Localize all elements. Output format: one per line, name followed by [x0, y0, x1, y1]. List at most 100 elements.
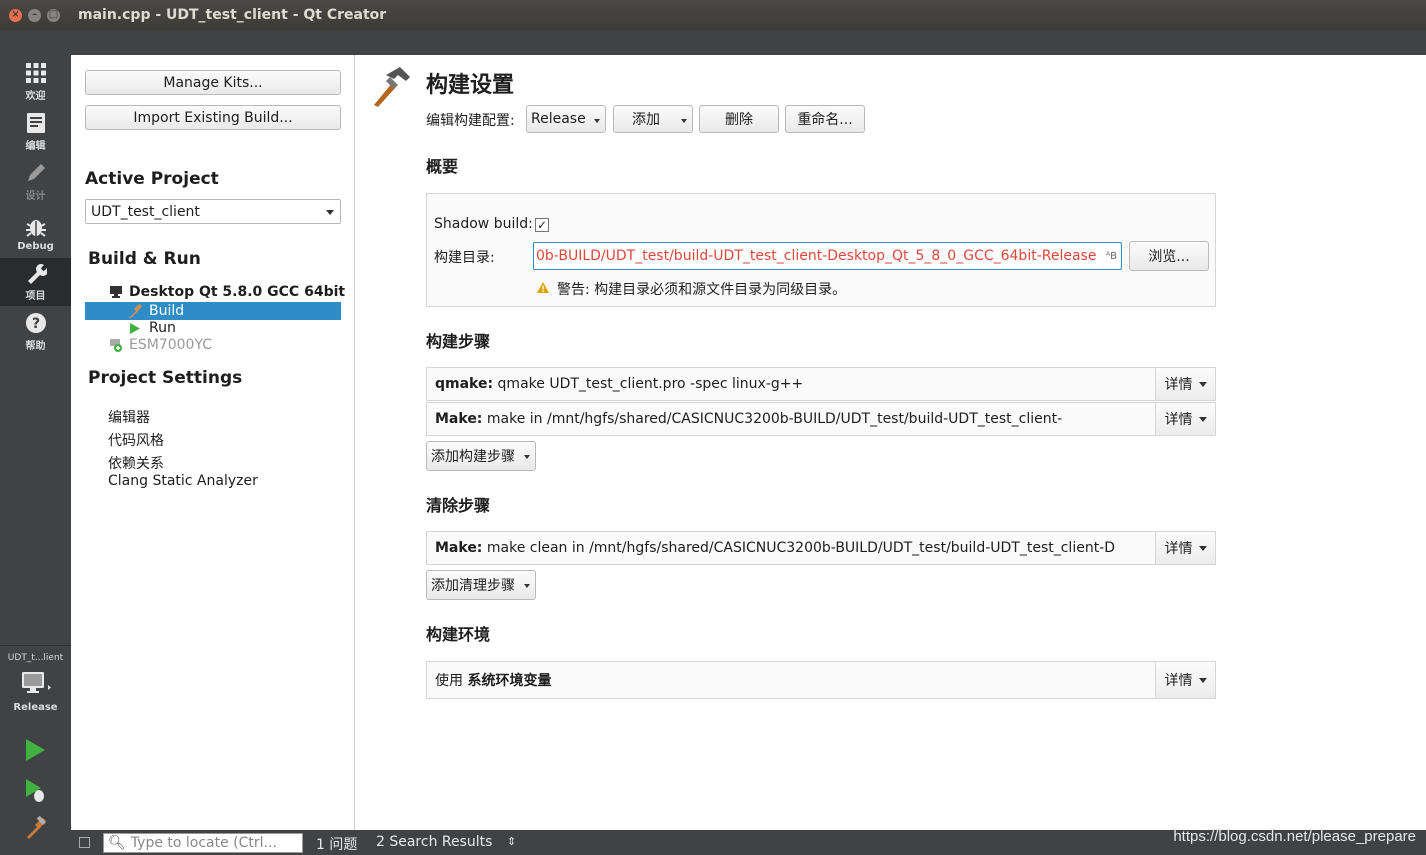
- hammer-icon: [374, 67, 410, 107]
- build-run-heading: Build & Run: [88, 249, 201, 269]
- make-step-name: Make:: [435, 411, 483, 427]
- rename-config-button[interactable]: 重命名...: [785, 105, 865, 133]
- manage-kits-button[interactable]: Manage Kits...: [85, 70, 341, 95]
- build-hammer-icon[interactable]: [23, 815, 47, 841]
- mode-label: 设计: [25, 191, 46, 202]
- details-label: 详情: [1164, 377, 1193, 393]
- warning-icon: [537, 282, 549, 293]
- environment-row[interactable]: 使用 系统环境变量 详情: [426, 661, 1216, 699]
- mode-label: 编辑: [25, 141, 46, 152]
- maximize-window-button[interactable]: □: [47, 8, 60, 22]
- details-label: 详情: [1164, 412, 1193, 428]
- build-dir-input[interactable]: 0b-BUILD/UDT_test/build-UDT_test_client-…: [533, 242, 1122, 270]
- mode-help[interactable]: ? 帮助: [0, 308, 71, 356]
- make-step-summary: make in /mnt/hgfs/shared/CASICNUC3200b-B…: [482, 411, 1063, 427]
- build-dir-warning: 警告: 构建目录必须和源文件目录为同级目录。: [557, 282, 847, 298]
- qmake-step-row[interactable]: qmake: qmake UDT_test_client.pro -spec l…: [426, 367, 1216, 401]
- build-dir-label: 构建目录:: [434, 250, 495, 266]
- project-settings-heading: Project Settings: [88, 368, 243, 388]
- add-clean-step-button[interactable]: 添加清理步骤: [426, 570, 536, 600]
- other-kit-label: ESM7000YC: [129, 337, 213, 353]
- grid-icon: [25, 63, 46, 83]
- build-config-combo[interactable]: Release: [526, 105, 606, 133]
- add-clean-step-label: 添加清理步骤: [431, 578, 515, 594]
- general-group: Shadow build: ✓ 构建目录: 0b-BUILD/UDT_test/…: [426, 193, 1216, 307]
- search-results-pane-button[interactable]: 2 Search Results: [376, 834, 492, 850]
- make-step-row[interactable]: Make: make in /mnt/hgfs/shared/CASICNUC3…: [426, 402, 1216, 436]
- build-dir-value: 0b-BUILD/UDT_test/build-UDT_test_client-…: [536, 248, 1097, 264]
- mode-label: 项目: [25, 291, 46, 302]
- search-icon: 🔍︎: [108, 835, 126, 851]
- add-config-label: 添加: [632, 112, 660, 128]
- mode-welcome[interactable]: 欢迎: [0, 58, 71, 106]
- import-existing-build-button[interactable]: Import Existing Build...: [85, 105, 341, 130]
- other-kit-tree-item[interactable]: ESM7000YC: [109, 337, 212, 353]
- mode-design[interactable]: 设计: [0, 158, 71, 206]
- projects-navigation-panel: Manage Kits... Import Existing Build... …: [71, 55, 355, 830]
- details-label: 详情: [1164, 673, 1193, 689]
- add-build-step-button[interactable]: 添加构建步骤: [426, 441, 536, 471]
- help-icon: ?: [25, 313, 46, 333]
- shadow-build-checkbox[interactable]: ✓: [535, 218, 549, 232]
- title-bar: × – □ main.cpp - UDT_test_client - Qt Cr…: [0, 0, 1426, 30]
- clean-details-button[interactable]: 详情: [1155, 532, 1215, 564]
- debug-run-icon[interactable]: [23, 777, 47, 803]
- monitor-icon: [110, 286, 122, 298]
- document-icon: [26, 113, 45, 133]
- wrench-icon: [27, 264, 47, 284]
- settings-item-code-style[interactable]: 代码风格: [108, 430, 164, 450]
- close-window-button[interactable]: ×: [9, 8, 22, 22]
- sidebar-toggle-icon[interactable]: [79, 837, 90, 848]
- build-label: Build: [149, 303, 185, 319]
- clean-step-name: Make:: [435, 540, 483, 556]
- chevron-down-icon: [524, 455, 530, 459]
- qmake-details-button[interactable]: 详情: [1155, 368, 1215, 400]
- active-project-value: UDT_test_client: [91, 203, 200, 220]
- locator-input[interactable]: 🔍︎ Type to locate (Ctrl...: [103, 833, 303, 853]
- run-tree-item[interactable]: Run: [129, 320, 176, 336]
- qmake-step-summary: qmake UDT_test_client.pro -spec linux-g+…: [493, 376, 804, 392]
- active-project-combo[interactable]: UDT_test_client: [85, 199, 341, 224]
- settings-item-clang-analyzer[interactable]: Clang Static Analyzer: [108, 473, 258, 489]
- add-config-button[interactable]: 添加: [613, 105, 693, 133]
- build-settings-page: 构建设置 编辑构建配置: Release 添加 删除 重命名... 概要 Sha…: [356, 55, 1426, 830]
- window-title: main.cpp - UDT_test_client - Qt Creator: [78, 7, 387, 23]
- chevron-down-icon: [1199, 678, 1207, 683]
- mode-debug[interactable]: Debug: [0, 210, 71, 258]
- run-icon[interactable]: [23, 737, 47, 763]
- kit-selector-label: UDT_t...lient: [7, 653, 64, 663]
- settings-item-editor[interactable]: 编辑器: [108, 407, 150, 427]
- kit-label: Desktop Qt 5.8.0 GCC 64bit: [129, 284, 346, 300]
- run-label: Run: [149, 320, 176, 336]
- chevron-down-icon: [524, 584, 530, 588]
- chevron-down-icon: [594, 119, 600, 123]
- build-environment-heading: 构建环境: [426, 625, 491, 644]
- details-label: 详情: [1164, 541, 1193, 557]
- active-project-heading: Active Project: [85, 169, 219, 189]
- settings-item-dependencies[interactable]: 依赖关系: [108, 453, 164, 473]
- pane-selector-icon[interactable]: ⇕: [507, 835, 516, 848]
- make-details-button[interactable]: 详情: [1155, 403, 1215, 435]
- mode-label: 欢迎: [25, 91, 46, 102]
- mode-bar: 欢迎 编辑 设计 Debug 项目 ? 帮助 UDT_t...lient Rel…: [0, 30, 71, 855]
- chevron-down-icon: [681, 119, 687, 123]
- build-tree-item[interactable]: Build: [85, 302, 341, 320]
- mode-projects[interactable]: 项目: [0, 258, 71, 306]
- kit-tree-item[interactable]: Desktop Qt 5.8.0 GCC 64bit: [109, 284, 345, 300]
- target-selector[interactable]: Release: [0, 670, 71, 718]
- browse-button[interactable]: 浏览...: [1129, 241, 1209, 271]
- hammer-icon: [129, 304, 142, 318]
- environment-details-button[interactable]: 详情: [1155, 662, 1215, 698]
- mode-edit[interactable]: 编辑: [0, 108, 71, 156]
- add-kit-icon: [110, 339, 122, 352]
- clean-step-row[interactable]: Make: make clean in /mnt/hgfs/shared/CAS…: [426, 531, 1216, 565]
- pencil-icon: [27, 164, 45, 181]
- shadow-build-label: Shadow build:: [434, 216, 533, 232]
- minimize-window-button[interactable]: –: [28, 8, 41, 22]
- edit-config-label: 编辑构建配置:: [426, 113, 515, 129]
- delete-config-button[interactable]: 删除: [699, 105, 779, 133]
- issues-pane-button[interactable]: 1 问题: [316, 834, 357, 854]
- bug-icon: [25, 220, 46, 237]
- general-heading: 概要: [426, 157, 459, 176]
- chevron-down-icon: [1199, 546, 1207, 551]
